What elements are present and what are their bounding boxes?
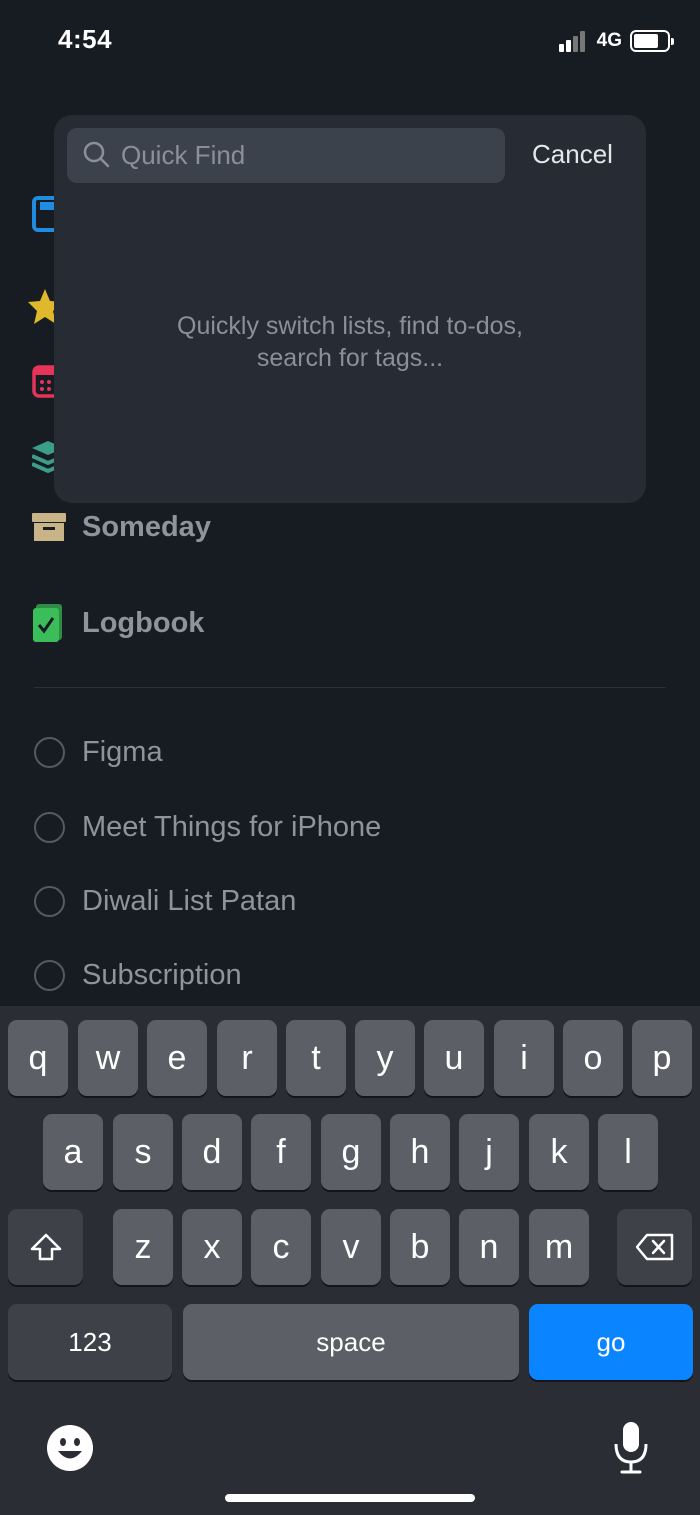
key[interactable]: o [563, 1020, 623, 1096]
numbers-key[interactable]: 123 [8, 1304, 172, 1380]
project-label: Diwali List Patan [82, 885, 297, 917]
today-star-icon[interactable] [28, 287, 54, 327]
delete-key[interactable] [617, 1209, 692, 1285]
shift-arrow-icon [30, 1233, 61, 1261]
project-label: Meet Things for iPhone [82, 811, 382, 843]
key[interactable]: f [251, 1114, 311, 1190]
key[interactable]: k [529, 1114, 589, 1190]
key[interactable]: n [459, 1209, 519, 1285]
quick-find-hint: Quickly switch lists, find to-dos, searc… [54, 310, 646, 374]
key[interactable]: p [632, 1020, 692, 1096]
key[interactable]: j [459, 1114, 519, 1190]
area-someday[interactable]: Someday [32, 510, 211, 544]
keyboard: q w e r t y u i o p a s d f g h j k l z … [0, 1006, 700, 1515]
key[interactable]: r [217, 1020, 277, 1096]
quick-find-input[interactable] [121, 128, 491, 183]
key[interactable]: d [182, 1114, 242, 1190]
key[interactable]: a [43, 1114, 103, 1190]
project-item[interactable]: Meet Things for iPhone [34, 811, 381, 844]
key[interactable]: z [113, 1209, 173, 1285]
project-item[interactable]: Diwali List Patan [34, 885, 296, 918]
key[interactable]: s [113, 1114, 173, 1190]
key[interactable]: l [598, 1114, 658, 1190]
hint-line: Quickly switch lists, find to-dos, [177, 312, 523, 340]
project-item[interactable]: Subscription [34, 959, 242, 992]
logbook-check-icon [33, 604, 62, 642]
hint-line: search for tags... [256, 344, 444, 372]
home-indicator[interactable] [225, 1494, 475, 1502]
project-item[interactable]: Figma [34, 736, 163, 769]
divider [34, 687, 666, 688]
backspace-icon [635, 1233, 673, 1261]
key[interactable]: y [355, 1020, 415, 1096]
project-progress-icon [34, 737, 65, 768]
key[interactable]: u [424, 1020, 484, 1096]
key[interactable]: q [8, 1020, 68, 1096]
key[interactable]: t [286, 1020, 346, 1096]
search-icon [83, 141, 110, 168]
key[interactable]: v [321, 1209, 381, 1285]
key[interactable]: g [321, 1114, 381, 1190]
key[interactable]: x [182, 1209, 242, 1285]
project-progress-icon [34, 886, 65, 917]
area-label: Someday [82, 510, 211, 543]
anytime-stack-icon[interactable] [32, 438, 56, 474]
quick-find-panel: Cancel Quickly switch lists, find to-dos… [54, 115, 646, 503]
project-label: Figma [82, 736, 163, 768]
project-progress-icon [34, 960, 65, 991]
microphone-icon[interactable] [612, 1420, 650, 1476]
key[interactable]: b [390, 1209, 450, 1285]
area-label: Logbook [82, 606, 205, 639]
key[interactable]: h [390, 1114, 450, 1190]
key[interactable]: e [147, 1020, 207, 1096]
key[interactable]: i [494, 1020, 554, 1096]
shift-key[interactable] [8, 1209, 83, 1285]
cancel-button[interactable]: Cancel [532, 139, 613, 170]
key[interactable]: c [251, 1209, 311, 1285]
project-progress-icon [34, 812, 65, 843]
go-key[interactable]: go [529, 1304, 693, 1380]
area-logbook[interactable]: Logbook [32, 603, 204, 643]
space-key[interactable]: space [183, 1304, 519, 1380]
quick-find-search-box[interactable] [67, 128, 505, 183]
project-label: Subscription [82, 959, 242, 991]
key[interactable]: w [78, 1020, 138, 1096]
key[interactable]: m [529, 1209, 589, 1285]
emoji-icon[interactable] [46, 1424, 94, 1472]
someday-box-icon [32, 513, 66, 541]
